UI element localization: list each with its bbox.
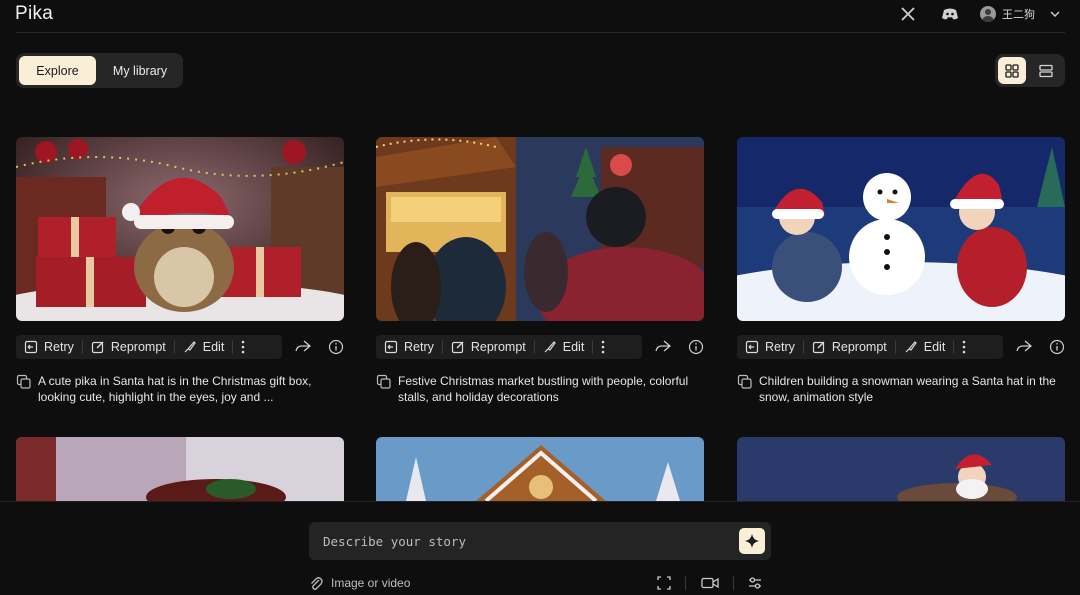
action-bar: Retry Reprompt Edit — [376, 335, 642, 359]
sparkle-icon — [745, 534, 759, 548]
info-icon[interactable] — [688, 339, 704, 355]
retry-icon — [384, 340, 398, 354]
reprompt-button[interactable]: Reprompt — [804, 335, 895, 359]
reprompt-label: Reprompt — [110, 340, 166, 354]
more-vertical-icon — [602, 340, 605, 354]
retry-button[interactable]: Retry — [737, 335, 803, 359]
edit-label: Edit — [923, 340, 946, 354]
retry-button[interactable]: Retry — [376, 335, 442, 359]
aspect-ratio-icon[interactable] — [657, 576, 671, 590]
pika-in-santa-hat-image — [16, 137, 344, 321]
settings-sliders-icon[interactable] — [748, 576, 762, 590]
edit-button[interactable]: Edit — [175, 335, 233, 359]
card-actions: Retry Reprompt Edit — [376, 335, 704, 359]
generate-button[interactable] — [739, 528, 765, 554]
attach-label: Image or video — [331, 576, 411, 590]
card-caption: A cute pika in Santa hat is in the Chris… — [16, 373, 344, 405]
edit-pencil-icon — [451, 341, 464, 354]
composer-panel: Image or video — [0, 501, 1080, 595]
discord-icon[interactable] — [941, 6, 959, 22]
santa-claus-image — [737, 437, 1065, 501]
video-card: Retry Reprompt Edit Festive Christmas ma… — [376, 137, 704, 404]
rows-icon — [1039, 64, 1053, 77]
card-actions: Retry Reprompt Edit — [737, 335, 1065, 359]
more-vertical-icon — [963, 340, 966, 354]
card-actions: Retry Reprompt Edit — [16, 335, 344, 359]
prompt-text: Festive Christmas market bustling with p… — [398, 374, 689, 404]
reprompt-button[interactable]: Reprompt — [443, 335, 534, 359]
user-menu[interactable]: 王二狗 — [980, 5, 1061, 23]
more-vertical-icon — [242, 340, 245, 354]
edit-pencil-icon — [91, 341, 104, 354]
edit-label: Edit — [562, 340, 585, 354]
retry-label: Retry — [404, 340, 434, 354]
reprompt-label: Reprompt — [831, 340, 887, 354]
share-icon[interactable] — [294, 338, 312, 354]
tab-my-library[interactable]: My library — [100, 56, 180, 85]
action-bar: Retry Reprompt Edit — [737, 335, 1003, 359]
story-prompt-input[interactable] — [321, 531, 721, 551]
retry-button[interactable]: Retry — [16, 335, 82, 359]
divider — [733, 576, 734, 590]
more-button[interactable] — [593, 335, 613, 359]
tab-explore[interactable]: Explore — [19, 56, 96, 85]
share-icon[interactable] — [654, 338, 672, 354]
video-thumbnail[interactable] — [737, 437, 1065, 501]
retry-icon — [24, 340, 38, 354]
chevron-down-icon — [1050, 11, 1060, 17]
edit-button[interactable]: Edit — [535, 335, 593, 359]
card-caption: Children building a snowman wearing a Sa… — [737, 373, 1065, 405]
header-divider — [16, 32, 1065, 33]
reprompt-button[interactable]: Reprompt — [83, 335, 174, 359]
more-button[interactable] — [954, 335, 974, 359]
user-name: 王二狗 — [1002, 9, 1035, 21]
prompt-text: Children building a snowman wearing a Sa… — [759, 374, 1056, 404]
more-button[interactable] — [233, 335, 253, 359]
christmas-gift-image — [16, 437, 344, 501]
layout-toggle — [995, 54, 1065, 87]
video-camera-icon[interactable] — [701, 576, 719, 590]
top-bar: Pika 王二狗 — [0, 0, 1080, 33]
info-icon[interactable] — [328, 339, 344, 355]
video-thumbnail[interactable] — [737, 137, 1065, 321]
brush-icon — [184, 341, 196, 353]
video-thumbnail[interactable] — [376, 137, 704, 321]
list-view-button[interactable] — [1032, 57, 1060, 84]
action-bar: Retry Reprompt Edit — [16, 335, 282, 359]
video-card: Retry Reprompt Edit A cute pika in Santa… — [16, 137, 344, 404]
copy-icon[interactable] — [16, 374, 32, 390]
prompt-text: A cute pika in Santa hat is in the Chris… — [38, 374, 312, 404]
brush-icon — [544, 341, 556, 353]
edit-button[interactable]: Edit — [896, 335, 954, 359]
reprompt-label: Reprompt — [470, 340, 526, 354]
copy-icon[interactable] — [737, 374, 753, 390]
gingerbread-house-image — [376, 437, 704, 501]
copy-icon[interactable] — [376, 374, 392, 390]
video-thumbnail[interactable] — [16, 137, 344, 321]
brush-icon — [905, 341, 917, 353]
info-icon[interactable] — [1049, 339, 1065, 355]
christmas-market-image — [376, 137, 704, 321]
card-caption: Festive Christmas market bustling with p… — [376, 373, 704, 405]
video-card: Retry Reprompt Edit Children building a … — [737, 137, 1065, 404]
children-building-snowman-image — [737, 137, 1065, 321]
share-icon[interactable] — [1015, 338, 1033, 354]
video-thumbnail[interactable] — [376, 437, 704, 501]
prompt-box — [309, 522, 771, 560]
pika-logo[interactable]: Pika — [15, 3, 53, 25]
attach-media-button[interactable]: Image or video — [309, 575, 410, 591]
x-twitter-icon[interactable] — [900, 6, 916, 22]
video-thumbnail[interactable] — [16, 437, 344, 501]
view-tabs: Explore My library — [16, 53, 183, 88]
retry-icon — [745, 340, 759, 354]
paperclip-icon — [311, 577, 323, 590]
grid-icon — [1005, 63, 1019, 78]
grid-view-button[interactable] — [998, 57, 1026, 84]
divider — [685, 576, 686, 590]
edit-pencil-icon — [812, 341, 825, 354]
avatar — [980, 6, 996, 22]
edit-label: Edit — [202, 340, 225, 354]
retry-label: Retry — [44, 340, 74, 354]
retry-label: Retry — [765, 340, 795, 354]
